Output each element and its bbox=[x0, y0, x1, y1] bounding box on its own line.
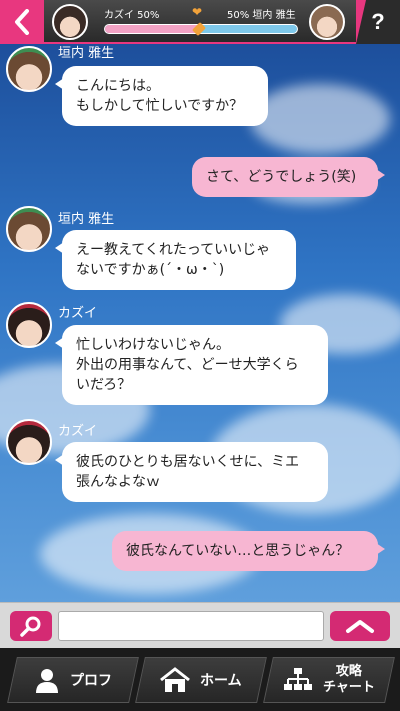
message-bubble: こんにちは。 もしかして忙しいですか？ bbox=[55, 66, 268, 126]
affection-gauge-fill bbox=[105, 25, 201, 33]
search-button[interactable] bbox=[10, 611, 52, 641]
avatar-gaki[interactable] bbox=[6, 46, 52, 92]
person-icon bbox=[36, 669, 58, 693]
help-button[interactable]: ? bbox=[356, 0, 400, 44]
nav-home-label: ホーム bbox=[200, 673, 242, 689]
sender-name: 垣内 雅生 bbox=[58, 46, 115, 61]
chevron-up-icon bbox=[346, 620, 374, 633]
nav-profile-label: プロフ bbox=[70, 673, 112, 689]
chevron-left-icon bbox=[15, 9, 29, 35]
message-bubble-mine: 彼氏なんていない…と思うじゃん？ bbox=[112, 531, 385, 571]
avatar-gaki[interactable] bbox=[6, 206, 52, 252]
nav-chart-label: 攻略 チャート bbox=[323, 664, 375, 695]
gaki-affection-label: 50% 垣内 雅生 bbox=[227, 10, 296, 21]
avatar-kazui-header bbox=[52, 4, 88, 40]
avatar-kazui[interactable] bbox=[6, 302, 52, 348]
message-bubble: 忙しいわけないじゃん。 外出の用事なんて、どーせ大学くら いだろ？ bbox=[55, 325, 328, 405]
avatar-kazui[interactable] bbox=[6, 419, 52, 465]
flowchart-icon bbox=[284, 668, 313, 690]
message-input[interactable] bbox=[58, 611, 324, 641]
avatar-gaki-header bbox=[309, 4, 345, 40]
sender-name: カズイ bbox=[58, 424, 98, 439]
expand-button[interactable] bbox=[330, 611, 390, 641]
message-bubble-mine: さて、どうでしょう(笑) bbox=[192, 157, 385, 197]
nav-chart-button[interactable]: 攻略 チャート bbox=[263, 657, 395, 703]
bottom-nav: プロフ ホーム 攻略 チャート bbox=[0, 648, 400, 711]
nav-profile-button[interactable]: プロフ bbox=[7, 657, 139, 703]
heart-icon: ❤ bbox=[192, 5, 203, 19]
chat-area[interactable]: 垣内 雅生 こんにちは。 もしかして忙しいですか？ さて、どうでしょう(笑) 垣… bbox=[0, 44, 400, 602]
message-bubble: えー教えてくれたっていいじゃ ないですかぁ(´・ω・`) bbox=[55, 230, 296, 290]
sender-name: カズイ bbox=[58, 306, 98, 321]
nav-home-button[interactable]: ホーム bbox=[135, 657, 267, 703]
header-bar: カズイ 50% ❤ 50% 垣内 雅生 ? bbox=[0, 0, 400, 44]
sender-name: 垣内 雅生 bbox=[58, 212, 115, 227]
input-bar bbox=[0, 602, 400, 648]
back-button[interactable] bbox=[0, 0, 44, 44]
kazui-affection-label: カズイ 50% bbox=[104, 10, 160, 21]
search-icon bbox=[20, 616, 41, 637]
help-icon: ? bbox=[371, 9, 385, 34]
message-bubble: 彼氏のひとりも居ないくせに、ミエ 張んなよなｗ bbox=[55, 442, 328, 502]
home-icon bbox=[160, 667, 191, 692]
